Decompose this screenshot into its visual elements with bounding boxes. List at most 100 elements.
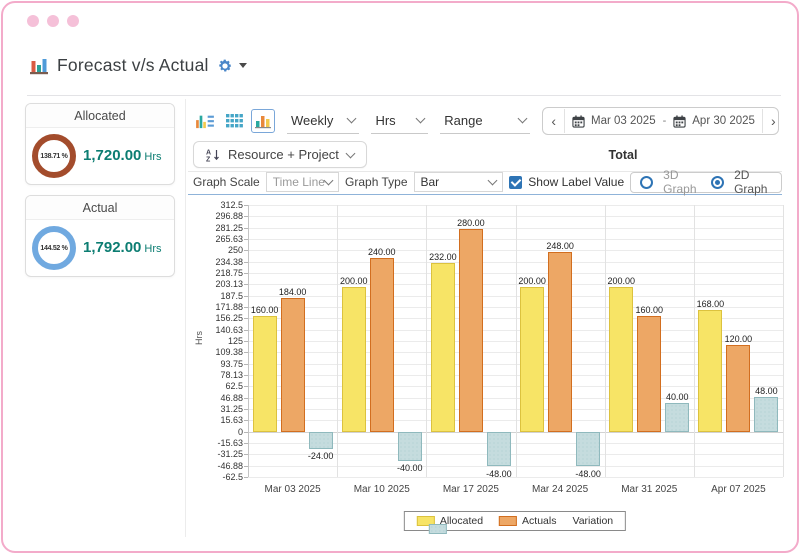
plot-divider bbox=[426, 205, 427, 477]
grid-view-icon[interactable] bbox=[222, 109, 246, 133]
y-tick-label: 265.63 bbox=[188, 234, 243, 244]
y-tick-label: -46.88 bbox=[188, 461, 243, 471]
bar-chart-emoji-icon bbox=[29, 56, 49, 76]
graph-scale-select[interactable]: Time Line bbox=[266, 172, 339, 192]
bar-allocated[interactable] bbox=[431, 263, 455, 431]
period-select[interactable]: Weekly bbox=[287, 109, 359, 134]
window-dot[interactable] bbox=[67, 15, 79, 27]
bar-variation[interactable] bbox=[576, 432, 600, 467]
bar-variation[interactable] bbox=[398, 432, 422, 461]
allocated-percent: 138.71 % bbox=[40, 153, 67, 160]
window-controls bbox=[27, 15, 79, 27]
y-tick-label: -62.5 bbox=[188, 472, 243, 482]
y-tick-label: 203.13 bbox=[188, 279, 243, 289]
y-tick-label: 312.5 bbox=[188, 200, 243, 210]
bar-value-label: 160.00 bbox=[636, 305, 664, 315]
actual-unit: Hrs bbox=[144, 243, 161, 255]
graph-type-value: Bar bbox=[421, 175, 440, 189]
x-axis-label: Mar 31 2025 bbox=[605, 484, 694, 495]
window-dot[interactable] bbox=[27, 15, 39, 27]
bar-value-label: 120.00 bbox=[725, 334, 753, 344]
bar-variation[interactable] bbox=[665, 403, 689, 432]
bar-value-label: 280.00 bbox=[457, 218, 485, 228]
bar-value-label: -40.00 bbox=[397, 463, 423, 473]
bar-allocated[interactable] bbox=[609, 287, 633, 432]
x-axis-label: Mar 03 2025 bbox=[248, 484, 337, 495]
unit-select[interactable]: Hrs bbox=[371, 109, 428, 134]
grouping-select[interactable]: A Z Resource + Project bbox=[193, 141, 367, 168]
calendar-icon bbox=[572, 115, 585, 128]
end-date-field[interactable]: Apr 30 2025 bbox=[666, 115, 762, 128]
chevron-down-icon[interactable] bbox=[239, 63, 247, 68]
bar-value-label: 160.00 bbox=[251, 305, 279, 315]
bar-value-label: 168.00 bbox=[697, 299, 725, 309]
previous-period-button[interactable]: ‹ bbox=[543, 109, 565, 133]
bar-allocated[interactable] bbox=[342, 287, 366, 432]
bar-allocated[interactable] bbox=[520, 287, 544, 432]
graph-type-select[interactable]: Bar bbox=[414, 172, 504, 192]
chevron-down-icon bbox=[345, 148, 355, 158]
plot-divider bbox=[694, 205, 695, 477]
legend-item[interactable]: Variation bbox=[572, 515, 613, 527]
radio-3d-graph[interactable] bbox=[640, 176, 653, 189]
y-tick-label: 0 bbox=[188, 427, 243, 437]
legend-item[interactable]: Actuals bbox=[499, 515, 556, 527]
bar-value-label: 232.00 bbox=[429, 252, 457, 262]
y-tick-label: 78.13 bbox=[188, 370, 243, 380]
y-axis bbox=[248, 205, 249, 477]
next-period-button[interactable]: › bbox=[762, 109, 779, 133]
bar-actuals[interactable] bbox=[726, 345, 750, 432]
y-tick-label: 125 bbox=[188, 336, 243, 346]
y-tick-label: -31.25 bbox=[188, 449, 243, 459]
plot-divider bbox=[783, 205, 784, 477]
legend-swatch bbox=[429, 524, 447, 534]
bar-value-label: -24.00 bbox=[308, 451, 334, 461]
y-tick-label: 171.88 bbox=[188, 302, 243, 312]
legend-label: Actuals bbox=[522, 515, 556, 527]
chevron-down-icon bbox=[488, 176, 498, 186]
graph-dimension-radio-group: 3D Graph 2D Graph bbox=[630, 172, 782, 193]
bar-allocated[interactable] bbox=[698, 310, 722, 432]
legend-item[interactable]: Allocated bbox=[417, 515, 483, 527]
show-label-value-checkbox[interactable] bbox=[509, 176, 522, 189]
y-tick-label: 156.25 bbox=[188, 313, 243, 323]
bar-actuals[interactable] bbox=[637, 316, 661, 432]
bar-actuals[interactable] bbox=[548, 252, 572, 432]
plot-divider bbox=[605, 205, 606, 477]
chart-list-icon[interactable] bbox=[193, 109, 217, 133]
bar-chart-view-icon[interactable] bbox=[251, 109, 275, 133]
y-tick-label: 46.88 bbox=[188, 393, 243, 403]
plot-divider bbox=[337, 205, 338, 477]
bar-value-label: 200.00 bbox=[608, 276, 636, 286]
y-tick-label: -15.63 bbox=[188, 438, 243, 448]
bar-actuals[interactable] bbox=[281, 298, 305, 432]
actual-card-body: 144.52 % 1,792.00Hrs bbox=[26, 220, 174, 276]
bar-variation[interactable] bbox=[309, 432, 333, 449]
y-tick-label: 140.63 bbox=[188, 325, 243, 335]
chart-legend: Allocated Actuals Variation bbox=[404, 511, 626, 531]
allocated-unit: Hrs bbox=[144, 151, 161, 163]
bar-allocated[interactable] bbox=[253, 316, 277, 432]
y-tick-label: 109.38 bbox=[188, 347, 243, 357]
bar-actuals[interactable] bbox=[370, 258, 394, 432]
graph-type-label: Graph Type bbox=[345, 175, 407, 189]
bar-value-label: 240.00 bbox=[368, 247, 396, 257]
allocated-hours: 1,720.00 bbox=[83, 147, 141, 164]
show-label-value-label: Show Label Value bbox=[528, 175, 624, 189]
bar-variation[interactable] bbox=[754, 397, 778, 432]
bar-actuals[interactable] bbox=[459, 229, 483, 432]
calendar-icon bbox=[673, 115, 686, 128]
window-dot[interactable] bbox=[47, 15, 59, 27]
actual-card: Actual 144.52 % 1,792.00Hrs bbox=[25, 195, 175, 277]
radio-2d-graph[interactable] bbox=[711, 176, 724, 189]
graph-scale-label: Graph Scale bbox=[193, 175, 260, 189]
bar-variation[interactable] bbox=[487, 432, 511, 467]
range-select[interactable]: Range bbox=[440, 109, 530, 134]
gear-icon[interactable] bbox=[217, 58, 233, 74]
actual-percent: 144.52 % bbox=[40, 245, 67, 252]
y-tick-label: 218.75 bbox=[188, 268, 243, 278]
y-tick-label: 15.63 bbox=[188, 415, 243, 425]
start-date-field[interactable]: Mar 03 2025 bbox=[565, 115, 663, 128]
svg-text:A: A bbox=[206, 149, 211, 156]
allocated-card: Allocated 138.71 % 1,720.00Hrs bbox=[25, 103, 175, 185]
